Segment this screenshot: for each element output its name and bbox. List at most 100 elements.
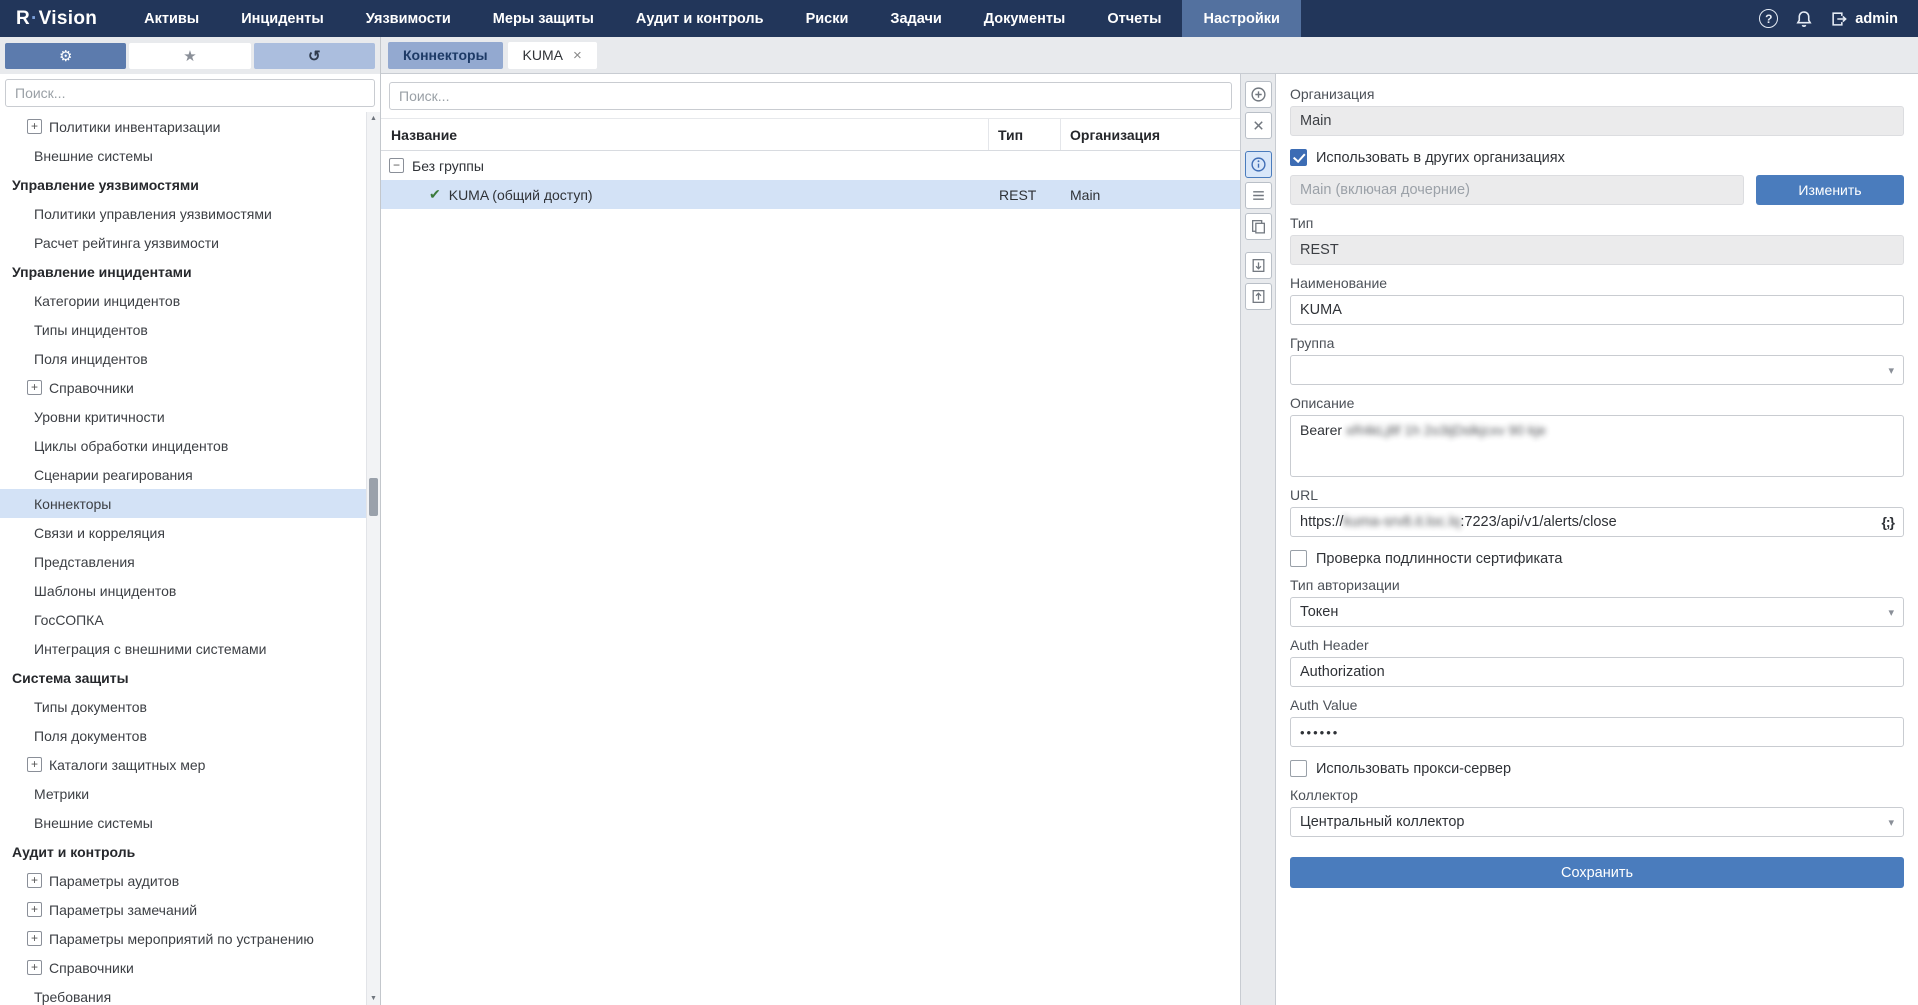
tree-item[interactable]: +Каталоги защитных мер bbox=[0, 750, 367, 779]
tree-item-label: Типы инцидентов bbox=[34, 322, 148, 338]
tree-item-label: Параметры аудитов bbox=[49, 873, 179, 889]
proxy-checkbox[interactable] bbox=[1290, 760, 1307, 777]
column-header-org[interactable]: Организация bbox=[1060, 119, 1240, 150]
user-menu[interactable]: admin bbox=[1830, 10, 1898, 28]
copy-icon-button[interactable] bbox=[1245, 213, 1272, 240]
tree-item[interactable]: Внешние системы bbox=[0, 141, 367, 170]
tree-item[interactable]: +Параметры замечаний bbox=[0, 895, 367, 924]
tab-kuma[interactable]: KUMA × bbox=[508, 42, 597, 69]
tree-item[interactable]: Сценарии реагирования bbox=[0, 460, 367, 489]
nav-item[interactable]: Активы bbox=[123, 0, 220, 37]
group-select[interactable]: ▾ bbox=[1290, 355, 1904, 385]
tree-item[interactable]: Интеграция с внешними системами bbox=[0, 634, 367, 663]
list-search-input[interactable] bbox=[389, 82, 1232, 110]
bell-icon[interactable] bbox=[1795, 10, 1813, 28]
expand-icon[interactable]: + bbox=[27, 119, 42, 134]
nav-item[interactable]: Меры защиты bbox=[472, 0, 615, 37]
change-org-button[interactable]: Изменить bbox=[1756, 175, 1904, 205]
nav-item[interactable]: Уязвимости bbox=[345, 0, 472, 37]
close-icon-button[interactable] bbox=[1245, 112, 1272, 139]
tree-item[interactable]: Представления bbox=[0, 547, 367, 576]
upload-icon-button[interactable] bbox=[1245, 283, 1272, 310]
tree-item[interactable]: Расчет рейтинга уязвимости bbox=[0, 228, 367, 257]
nav-item[interactable]: Аудит и контроль bbox=[615, 0, 785, 37]
name-input[interactable] bbox=[1290, 295, 1904, 325]
tree-item[interactable]: + Параметры аудитов bbox=[0, 866, 367, 895]
tree-item[interactable]: ГосСОПКА bbox=[0, 605, 367, 634]
tree-item[interactable]: Связи и корреляция bbox=[0, 518, 367, 547]
tree-item[interactable]: Политики управления уязвимостями bbox=[0, 199, 367, 228]
app-logo[interactable]: R·Vision bbox=[0, 0, 123, 37]
cert-check-checkbox[interactable] bbox=[1290, 550, 1307, 567]
scroll-up-icon[interactable]: ▲ bbox=[367, 112, 380, 125]
download-icon-button[interactable] bbox=[1245, 252, 1272, 279]
tree-item[interactable]: Типы документов bbox=[0, 692, 367, 721]
tree-item-label: Расчет рейтинга уязвимости bbox=[34, 235, 219, 251]
url-prefix: https:// bbox=[1300, 514, 1344, 530]
tree-item[interactable]: Поля инцидентов bbox=[0, 344, 367, 373]
tree-item-label: Сценарии реагирования bbox=[34, 467, 193, 483]
nav-item[interactable]: Документы bbox=[963, 0, 1087, 37]
url-input[interactable]: https://kuma-srv8.it.loc.lq:7223/api/v1/… bbox=[1290, 507, 1904, 537]
use-in-orgs-row[interactable]: Использовать в других организациях bbox=[1290, 149, 1904, 166]
sidebar-scrollbar[interactable]: ▲ ▼ bbox=[366, 112, 380, 1005]
nav-item[interactable]: Инциденты bbox=[220, 0, 345, 37]
tree-item[interactable]: Шаблоны инцидентов bbox=[0, 576, 367, 605]
nav-items: АктивыИнцидентыУязвимостиМеры защитыАуди… bbox=[123, 0, 1301, 37]
scroll-thumb[interactable] bbox=[369, 478, 378, 516]
nav-item[interactable]: Риски bbox=[785, 0, 870, 37]
tree-item[interactable]: +Параметры мероприятий по устранению bbox=[0, 924, 367, 953]
column-header-type[interactable]: Тип bbox=[988, 119, 1060, 150]
nav-item[interactable]: Задачи bbox=[869, 0, 962, 37]
table-row[interactable]: ✔KUMA (общий доступ)RESTMain bbox=[381, 180, 1240, 209]
expand-icon[interactable]: + bbox=[27, 902, 42, 917]
auth-header-input[interactable] bbox=[1290, 657, 1904, 687]
cert-check-row[interactable]: Проверка подлинности сертификата bbox=[1290, 550, 1904, 567]
nav-item[interactable]: Настройки bbox=[1182, 0, 1301, 37]
auth-value-input[interactable] bbox=[1290, 717, 1904, 747]
expand-icon[interactable]: + bbox=[27, 931, 42, 946]
add-icon-button[interactable] bbox=[1245, 81, 1272, 108]
tree-item[interactable]: Требования bbox=[0, 982, 367, 1005]
scroll-down-icon[interactable]: ▼ bbox=[367, 992, 380, 1005]
sidebar-search-input[interactable] bbox=[5, 79, 375, 107]
tree-item[interactable]: Типы инцидентов bbox=[0, 315, 367, 344]
nav-item[interactable]: Отчеты bbox=[1086, 0, 1182, 37]
tree-section: Аудит и контроль bbox=[0, 837, 367, 866]
logout-icon[interactable] bbox=[1830, 10, 1848, 28]
description-textarea[interactable]: Bearer xR4kLj8f 1h 2o3ijDslkjcxv 90 kje bbox=[1290, 415, 1904, 477]
tree-item[interactable]: Коннекторы bbox=[0, 489, 367, 518]
expand-icon[interactable]: + bbox=[27, 873, 42, 888]
expand-icon[interactable]: + bbox=[27, 960, 42, 975]
tree-item[interactable]: Метрики bbox=[0, 779, 367, 808]
collapse-icon[interactable]: − bbox=[389, 158, 404, 173]
column-header-name[interactable]: Название bbox=[381, 119, 988, 150]
tree-item[interactable]: Поля документов bbox=[0, 721, 367, 750]
tree-item[interactable]: Уровни критичности bbox=[0, 402, 367, 431]
collector-select[interactable]: Центральный коллектор ▾ bbox=[1290, 807, 1904, 837]
close-icon[interactable]: × bbox=[573, 48, 582, 63]
save-button[interactable]: Сохранить bbox=[1290, 857, 1904, 888]
expand-icon[interactable]: + bbox=[27, 380, 42, 395]
tree-section: Управление уязвимостями bbox=[0, 170, 367, 199]
tab-connectors[interactable]: Коннекторы bbox=[388, 42, 503, 69]
list-icon-button[interactable] bbox=[1245, 182, 1272, 209]
help-icon[interactable]: ? bbox=[1759, 9, 1778, 28]
sidebar-tab-favorites[interactable]: ★ bbox=[129, 43, 250, 69]
tree-item-label: Внешние системы bbox=[34, 815, 153, 831]
sidebar-tab-settings[interactable]: ⚙ bbox=[5, 43, 126, 69]
tree-item[interactable]: +Политики инвентаризации bbox=[0, 112, 367, 141]
sidebar-tab-history[interactable]: ↺ bbox=[254, 43, 375, 69]
variables-icon[interactable]: {;} bbox=[1881, 514, 1894, 530]
tree-item[interactable]: Циклы обработки инцидентов bbox=[0, 431, 367, 460]
tree-item[interactable]: +Справочники bbox=[0, 373, 367, 402]
tree-item[interactable]: +Справочники bbox=[0, 953, 367, 982]
auth-type-select[interactable]: Токен ▾ bbox=[1290, 597, 1904, 627]
proxy-row[interactable]: Использовать прокси-сервер bbox=[1290, 760, 1904, 777]
tree-item[interactable]: Категории инцидентов bbox=[0, 286, 367, 315]
group-row[interactable]: − Без группы bbox=[381, 151, 1240, 180]
tree-item[interactable]: Внешние системы bbox=[0, 808, 367, 837]
info-icon-button[interactable] bbox=[1245, 151, 1272, 178]
use-in-orgs-checkbox[interactable] bbox=[1290, 149, 1307, 166]
expand-icon[interactable]: + bbox=[27, 757, 42, 772]
